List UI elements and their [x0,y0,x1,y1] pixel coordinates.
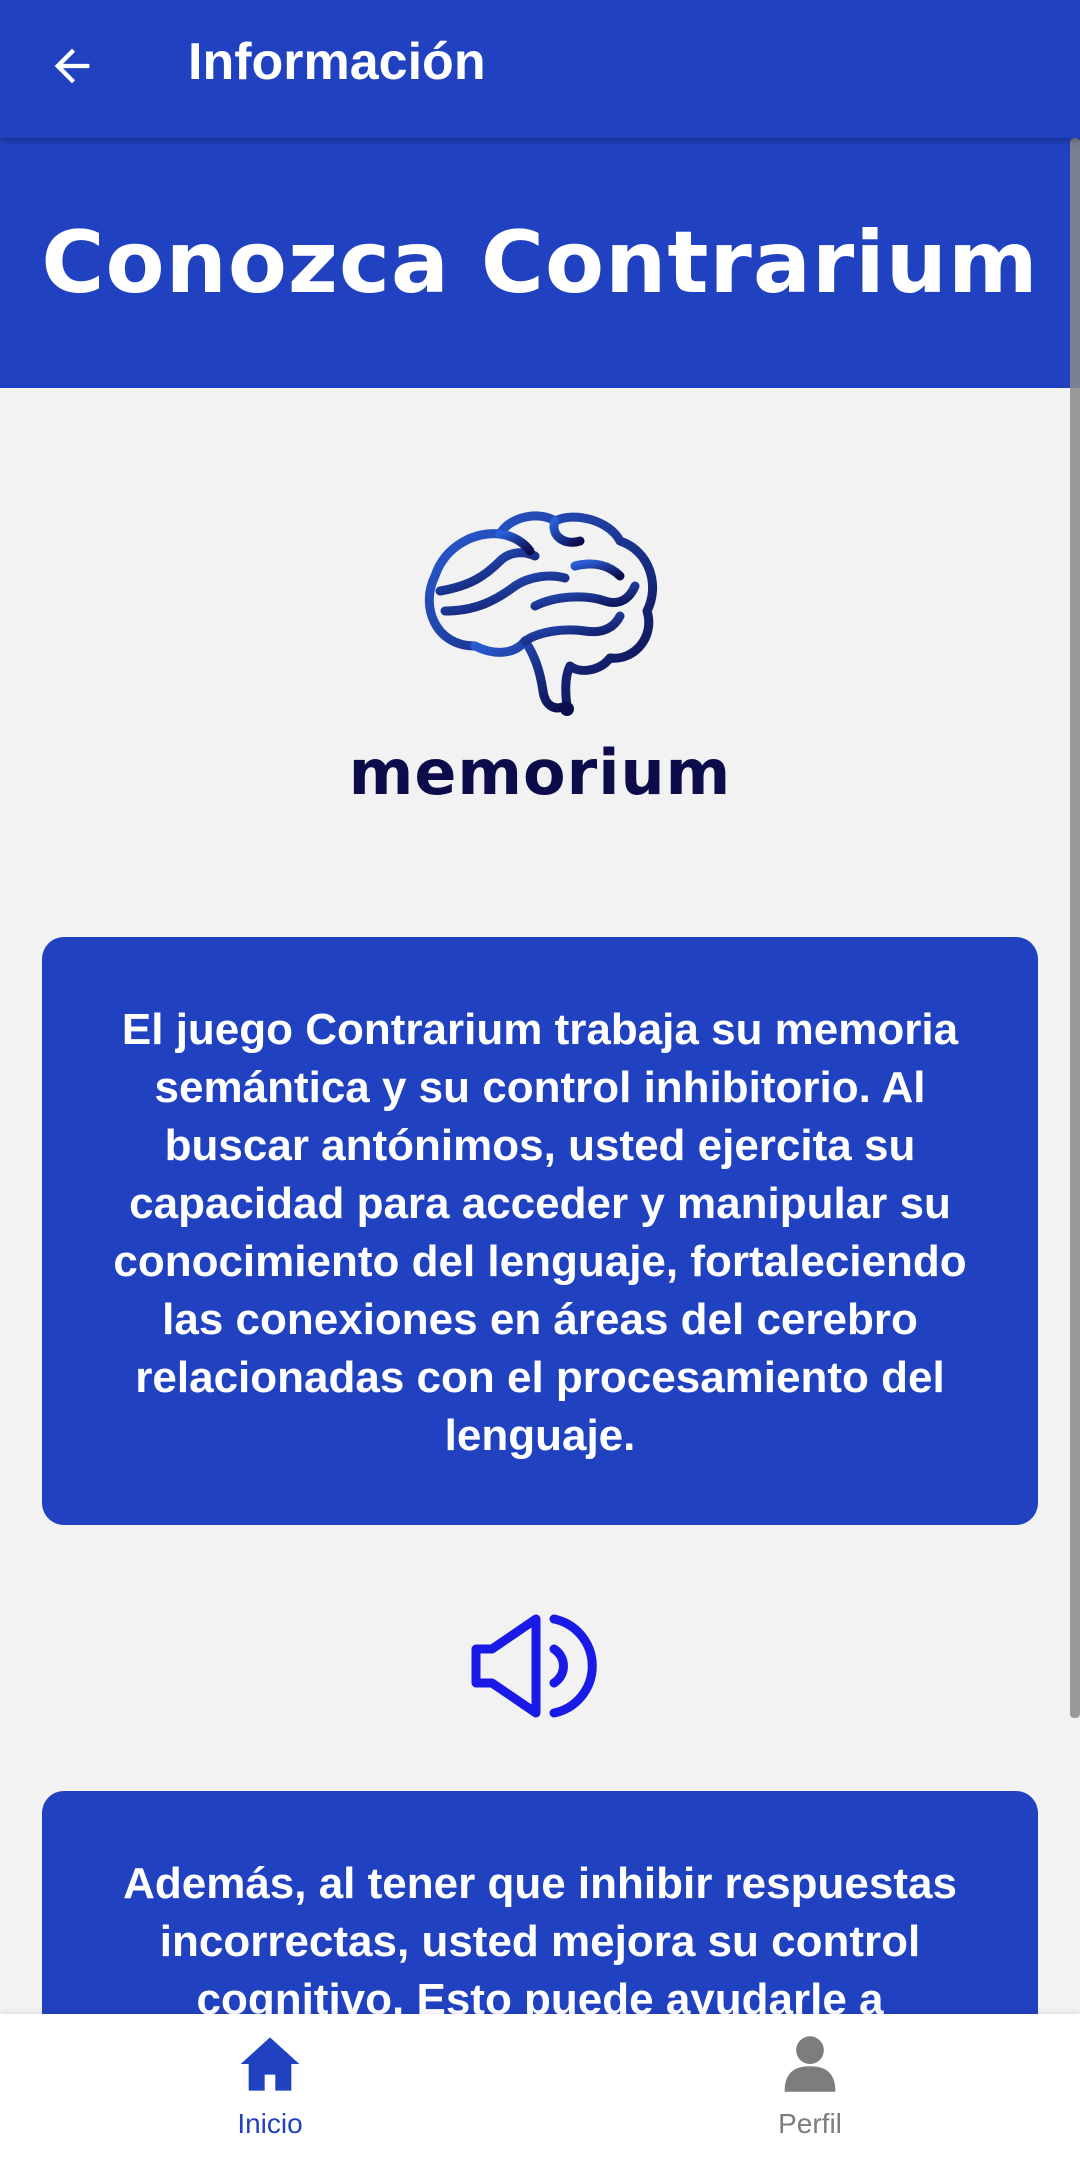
page-title: Información [188,33,486,91]
nav-item-inicio[interactable]: Inicio [0,2014,540,2160]
home-icon [240,2037,300,2091]
nav-item-perfil[interactable]: Perfil [540,2014,1080,2160]
scrollbar[interactable] [1070,138,1080,1718]
nav-label-perfil: Perfil [778,2108,842,2139]
nav-label-inicio: Inicio [237,2108,303,2139]
hero-title: Conozca Contrarium [41,213,1039,313]
back-button[interactable] [36,30,108,102]
content-scroll[interactable]: Conozca Contrarium memorium El juego Con… [0,138,1080,2014]
logo-text: memorium [348,736,732,809]
hero-banner: Conozca Contrarium [0,138,1080,388]
arrow-left-icon [54,48,90,84]
bottom-navigation: Inicio Perfil [0,2014,1080,2160]
info-card-text: El juego Contrarium trabaja su memoria s… [113,1005,967,1460]
info-card: Además, al tener que inhibir respuestas … [42,1791,1038,2014]
brain-icon [424,511,658,716]
person-icon [784,2036,836,2092]
app-bar: Información [0,0,1080,138]
info-card-text: Además, al tener que inhibir respuestas … [123,1859,957,2014]
info-card: El juego Contrarium trabaja su memoria s… [42,937,1038,1525]
speaker-icon [471,1614,597,1718]
audio-button[interactable] [0,1611,1080,1721]
app-logo: memorium [0,388,1080,809]
